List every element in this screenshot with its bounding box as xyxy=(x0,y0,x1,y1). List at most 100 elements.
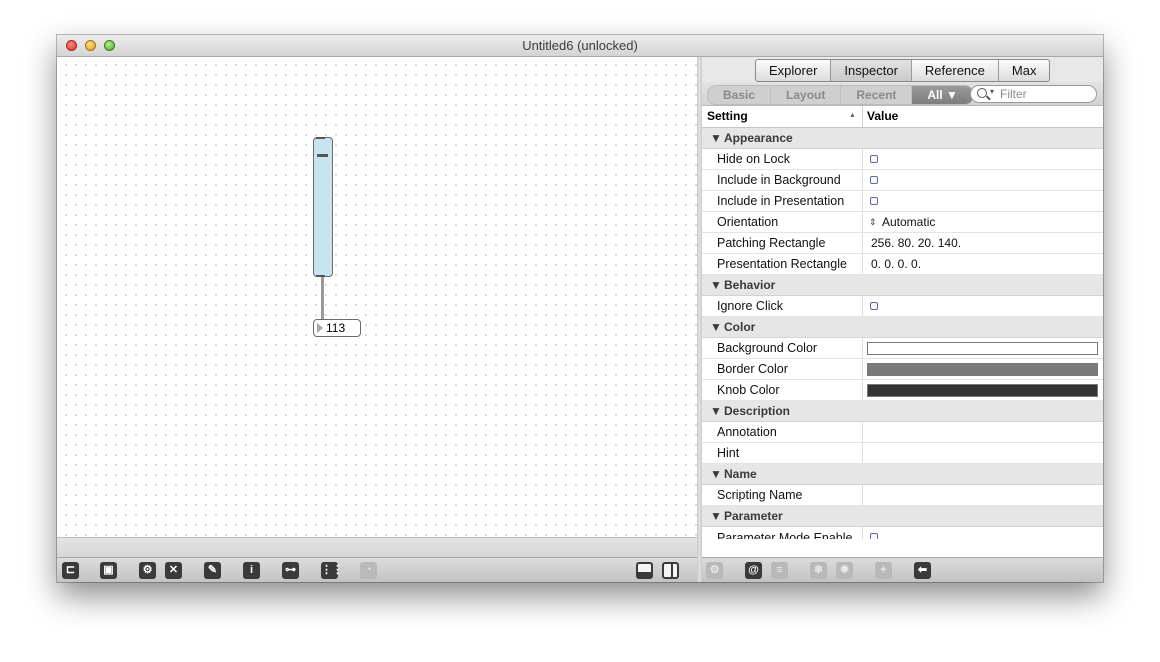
grid-icon[interactable]: ⋮⋮ xyxy=(321,562,343,579)
disclosure-triangle-icon[interactable]: ▼ xyxy=(710,401,724,421)
attribute-row-knob-color: Knob Color xyxy=(702,380,1103,401)
attribute-value-cell[interactable]: 0. 0. 0. 0. xyxy=(862,254,1103,274)
color-swatch[interactable] xyxy=(867,384,1098,397)
group-appearance[interactable]: ▼ Appearance xyxy=(702,128,1103,149)
close-object-icon[interactable]: ✕ xyxy=(165,562,182,579)
attribute-value-cell[interactable] xyxy=(862,296,1103,316)
attribute-value-cell[interactable] xyxy=(862,527,1103,539)
slider-icon[interactable]: ⊶ xyxy=(282,562,299,579)
disclosure-triangle-icon[interactable]: ▼ xyxy=(710,464,724,484)
filter-placeholder: Filter xyxy=(1000,87,1027,101)
column-divider[interactable] xyxy=(862,106,863,127)
tab-explorer[interactable]: Explorer xyxy=(756,60,832,81)
tab-inspector[interactable]: Inspector xyxy=(831,60,912,81)
lock-icon[interactable]: ⊏ xyxy=(62,562,79,579)
tab-basic[interactable]: Basic xyxy=(708,86,772,104)
group-color[interactable]: ▼ Color xyxy=(702,317,1103,338)
disclosure-triangle-icon[interactable]: ▼ xyxy=(710,128,724,148)
debug-icon[interactable]: ◔ xyxy=(360,562,377,579)
attribute-checkbox[interactable] xyxy=(870,533,878,539)
group-title: Description xyxy=(724,404,791,418)
back-arrow-icon[interactable]: ⬅ xyxy=(914,562,931,579)
disclosure-triangle-icon[interactable]: ▼ xyxy=(710,317,724,337)
attribute-value-cell[interactable] xyxy=(862,149,1103,169)
tab-recent[interactable]: Recent xyxy=(841,86,913,104)
attribute-value-cell[interactable] xyxy=(862,359,1103,379)
attribute-checkbox[interactable] xyxy=(870,197,878,205)
patcher-horizontal-scrollbar[interactable] xyxy=(57,537,697,557)
value-column-header[interactable]: Value xyxy=(867,109,898,123)
patch-cord[interactable] xyxy=(321,277,324,320)
attribute-row-hint: Hint xyxy=(702,443,1103,464)
attribute-row-ignore-click: Ignore Click xyxy=(702,296,1103,317)
list-icon[interactable]: ≡ xyxy=(771,562,788,579)
attribute-value-cell[interactable]: 256. 80. 20. 140. xyxy=(862,233,1103,253)
title-bar[interactable]: Untitled6 (unlocked) xyxy=(57,35,1103,57)
attribute-value-cell[interactable] xyxy=(862,170,1103,190)
attribute-row-background-color: Background Color xyxy=(702,338,1103,359)
sidebar-tabs: Explorer Inspector Reference Max xyxy=(755,59,1051,82)
number-box-value: 113 xyxy=(326,321,346,335)
attribute-label: Hide on Lock xyxy=(717,152,790,166)
sort-ascending-icon[interactable]: ▲ xyxy=(849,112,856,119)
up-down-arrows-icon: ⇕ xyxy=(869,217,877,227)
at-sign-icon[interactable]: @ xyxy=(745,562,762,579)
attribute-checkbox[interactable] xyxy=(870,176,878,184)
slider-inlet[interactable] xyxy=(316,137,325,139)
number-box-triangle-icon xyxy=(317,323,323,333)
gear-icon[interactable]: ✹ xyxy=(836,562,853,579)
settings-icon[interactable]: ⚙ xyxy=(706,562,723,579)
disclosure-triangle-icon[interactable]: ▼ xyxy=(710,506,724,526)
attribute-checkbox[interactable] xyxy=(870,155,878,163)
number-box-object[interactable]: 113 xyxy=(313,319,361,337)
attribute-text-value[interactable]: 0. 0. 0. 0. xyxy=(871,254,921,274)
tab-max[interactable]: Max xyxy=(999,60,1050,81)
slider-knob[interactable] xyxy=(317,154,328,157)
tab-reference[interactable]: Reference xyxy=(912,60,999,81)
presentation-icon[interactable]: ▣ xyxy=(100,562,117,579)
attribute-label: Orientation xyxy=(717,215,779,229)
tab-layout[interactable]: Layout xyxy=(771,86,842,104)
color-swatch[interactable] xyxy=(867,363,1098,376)
attribute-label: Parameter Mode Enable xyxy=(717,531,853,539)
attribute-value-cell[interactable] xyxy=(862,338,1103,358)
new-object-icon[interactable]: ⚙ xyxy=(139,562,156,579)
patcher-canvas[interactable]: 113 xyxy=(57,57,697,537)
group-parameter[interactable]: ▼ Parameter xyxy=(702,506,1103,527)
attribute-value-cell[interactable] xyxy=(862,191,1103,211)
attribute-row-border-color: Border Color xyxy=(702,359,1103,380)
plus-icon[interactable]: + xyxy=(875,562,892,579)
attribute-value-cell[interactable] xyxy=(862,443,1103,463)
attribute-checkbox[interactable] xyxy=(870,302,878,310)
clipboard-icon[interactable]: ✎ xyxy=(204,562,221,579)
group-description[interactable]: ▼ Description xyxy=(702,401,1103,422)
patcher-window: Untitled6 (unlocked) 113 Explorer Inspec… xyxy=(57,35,1103,582)
disclosure-triangle-icon[interactable]: ▼ xyxy=(710,275,724,295)
attribute-value-cell[interactable] xyxy=(862,485,1103,505)
attribute-menu-value[interactable]: Automatic xyxy=(882,212,935,232)
attribute-row-presentation-rectangle: Presentation Rectangle 0. 0. 0. 0. xyxy=(702,254,1103,275)
attribute-text-value[interactable]: 256. 80. 20. 140. xyxy=(871,233,961,253)
group-title: Appearance xyxy=(724,131,793,145)
slider-object[interactable] xyxy=(313,137,333,277)
inspector-toolbar: ⚙ @ ≡ ❄ ✹ + ⬅ xyxy=(702,557,1103,582)
attribute-label: Knob Color xyxy=(717,383,780,397)
bottom-panel-toggle-icon[interactable] xyxy=(636,562,653,579)
attribute-row-patching-rectangle: Patching Rectangle 256. 80. 20. 140. xyxy=(702,233,1103,254)
filter-input[interactable]: ▾ Filter xyxy=(970,85,1097,103)
snowflake-icon[interactable]: ❄ xyxy=(810,562,827,579)
info-icon[interactable]: i xyxy=(243,562,260,579)
tab-all[interactable]: All ▼ xyxy=(912,86,973,104)
color-swatch[interactable] xyxy=(867,342,1098,355)
chevron-down-icon: ▾ xyxy=(990,87,995,96)
group-name[interactable]: ▼ Name xyxy=(702,464,1103,485)
attribute-value-cell[interactable]: ⇕ Automatic xyxy=(862,212,1103,232)
setting-column-header[interactable]: Setting xyxy=(707,109,748,123)
attribute-value-cell[interactable] xyxy=(862,422,1103,442)
category-tabs: Basic Layout Recent All ▼ xyxy=(707,85,974,105)
attribute-label: Patching Rectangle xyxy=(717,236,826,250)
side-panel-toggle-icon[interactable] xyxy=(662,562,679,579)
attribute-value-cell[interactable] xyxy=(862,380,1103,400)
group-behavior[interactable]: ▼ Behavior xyxy=(702,275,1103,296)
attribute-row-scripting-name: Scripting Name xyxy=(702,485,1103,506)
